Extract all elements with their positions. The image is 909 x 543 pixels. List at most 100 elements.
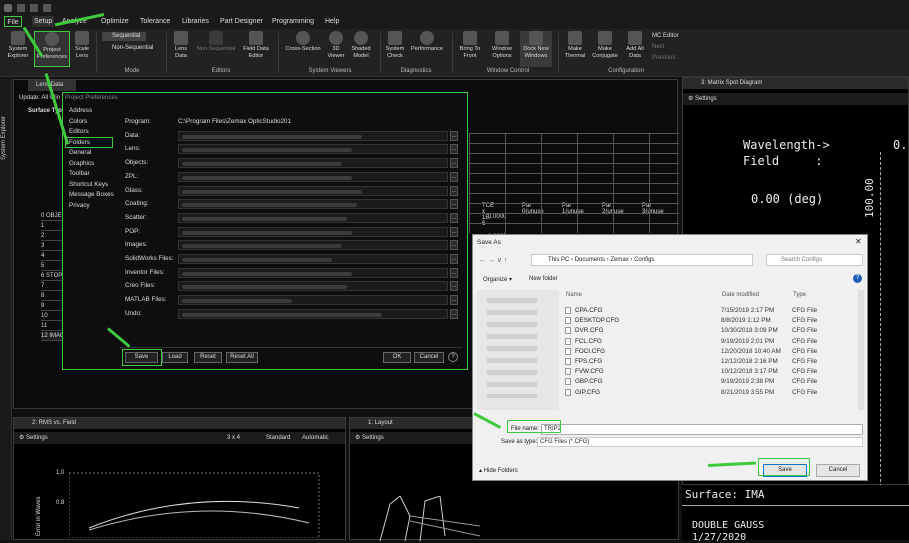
preferences-path-input[interactable] [178,171,448,182]
save-type-select[interactable]: CFG Files (*.CFG) [537,437,863,447]
add-all-data-button[interactable]: Add All Data [622,31,648,67]
field-data-editor-button[interactable]: Field Data Editor [240,31,272,67]
preferences-path-input[interactable] [178,199,448,210]
browse-button[interactable]: … [450,254,458,264]
preferences-ok-button[interactable]: OK [383,352,411,363]
browse-button[interactable]: … [450,158,458,169]
preferences-path-input[interactable] [178,295,448,306]
nav-arrows[interactable]: ← → ∨ ↑ [479,256,507,264]
preferences-reset-button[interactable]: Reset [194,352,222,363]
window-options-button[interactable]: Window Options [487,31,517,67]
browse-button[interactable]: … [450,308,458,319]
preferences-nav-item[interactable]: Privacy [69,202,90,209]
preferences-nav-item[interactable]: Toolbar [69,170,90,177]
traffic-light-icon [388,31,402,45]
menu-file[interactable]: File [4,16,22,27]
preferences-nav-item[interactable]: General [69,149,91,156]
folder-tree-blurred[interactable] [477,290,559,410]
scale-lens-button[interactable]: Scale Lens [72,31,92,67]
preferences-path-input[interactable] [178,254,448,264]
preferences-path-input[interactable] [178,185,448,196]
column-name[interactable]: Name [566,292,582,298]
preferences-path-input[interactable] [178,240,448,251]
preferences-nav-item[interactable]: Shortcut Keys [69,181,108,188]
preferences-nav-item[interactable]: Editors [69,128,89,135]
menu-tolerance[interactable]: Tolerance [140,16,170,27]
browse-button[interactable]: … [450,240,458,251]
organize-button[interactable]: Organize ▾ [483,276,512,283]
non-sequential-mode-button[interactable]: Non-Sequential [102,44,162,53]
preferences-reset-all-button[interactable]: Reset All [226,352,258,363]
grid-size-select[interactable]: 3 x 4 [227,432,240,444]
browse-button[interactable]: … [450,267,458,278]
preferences-path-input[interactable] [178,308,448,319]
preferences-load-button[interactable]: Load [162,352,188,363]
tab-rms-field[interactable]: 2: RMS vs. Field [14,418,345,429]
settings-button[interactable]: ⚙ Settings [688,96,717,102]
save-as-cancel-button[interactable]: Cancel [816,464,860,477]
automatic-select[interactable]: Automatic [302,432,329,444]
browse-button[interactable]: … [450,185,458,196]
system-check-button[interactable]: System Check [384,31,406,67]
menu-programming[interactable]: Programming [272,16,314,27]
preferences-cancel-button[interactable]: Cancel [414,352,444,363]
tab-spot-diagram[interactable]: 3: Matrix Spot Diagram [683,78,908,89]
browse-button[interactable]: … [450,171,458,182]
preferences-path-input[interactable]: C:\Program Files\Zemax OpticStudio201 [178,117,448,127]
make-conjugate-button[interactable]: Make Conjugate [590,31,620,67]
shaded-model-button[interactable]: Shaded Model [348,31,374,67]
column-date[interactable]: Date modified [722,292,759,298]
new-folder-button[interactable]: New folder [529,276,558,282]
mc-editor-button[interactable]: MC Editor [652,33,679,39]
browse-button[interactable]: … [450,199,458,210]
preferences-nav-item[interactable]: Graphics [69,160,94,167]
system-explorer-sidebar[interactable]: System Explorer [0,78,12,540]
preferences-path-input[interactable] [178,212,448,223]
preferences-nav-item[interactable]: Message Boxes [69,191,114,198]
close-icon[interactable]: ✕ [855,237,862,246]
preferences-path-input[interactable] [178,226,448,237]
menu-optimize[interactable]: Optimize [101,16,129,27]
browse-button[interactable]: … [450,144,458,155]
non-sequential-editor-button[interactable]: Non-Sequential [194,31,238,67]
preferences-path-input[interactable] [178,130,448,141]
menu-libraries[interactable]: Libraries [182,16,209,27]
cross-section-button[interactable]: Cross-Section [282,31,324,67]
preferences-path-input[interactable] [178,144,448,155]
bring-to-front-button[interactable]: Bring To Front [456,31,484,67]
make-thermal-button[interactable]: Make Thermal [562,31,588,67]
browse-button[interactable]: … [450,281,458,292]
browse-button[interactable]: … [450,226,458,237]
help-icon[interactable]: ? [853,274,862,283]
preferences-path-input[interactable] [178,158,448,169]
file-name-input[interactable]: TRIP2 [541,424,863,435]
sequential-mode-button[interactable]: Sequential [102,32,146,41]
settings-button[interactable]: ⚙ Settings [19,435,48,441]
menu-part-designer[interactable]: Part Designer [220,16,263,27]
save-as-title: Save As [477,239,501,246]
settings-button[interactable]: ⚙ Settings [355,435,384,441]
column-type[interactable]: Type [793,292,806,298]
search-input[interactable]: Search Configs [766,254,863,266]
standard-select[interactable]: Standard [266,432,290,444]
next-config-button[interactable]: Next [652,44,664,50]
3d-viewer-button[interactable]: 3D Viewer [326,31,346,67]
scrollbar[interactable] [858,290,864,410]
browse-button[interactable]: … [450,212,458,223]
address-bar[interactable]: This PC › Documents › Zemax › Configs [531,254,753,266]
preferences-nav-item[interactable]: Address [69,107,92,114]
menu-help[interactable]: Help [325,16,339,27]
preferences-nav-item[interactable]: Colors [69,118,87,125]
dock-new-windows-button[interactable]: Dock New Windows [520,31,552,67]
preferences-path-input[interactable] [178,281,448,292]
hide-folders-button[interactable]: ▴ Hide Folders [479,467,518,474]
help-icon[interactable]: ? [448,352,458,362]
cross-section-icon [296,31,310,45]
browse-button[interactable]: … [450,295,458,306]
menu-setup[interactable]: Setup [32,16,55,27]
previous-config-button[interactable]: Previous [652,55,675,61]
lens-data-button[interactable]: Lens Data [170,31,192,67]
preferences-path-input[interactable] [178,267,448,278]
browse-button[interactable]: … [450,130,458,141]
performance-button[interactable]: Performance [408,31,446,67]
